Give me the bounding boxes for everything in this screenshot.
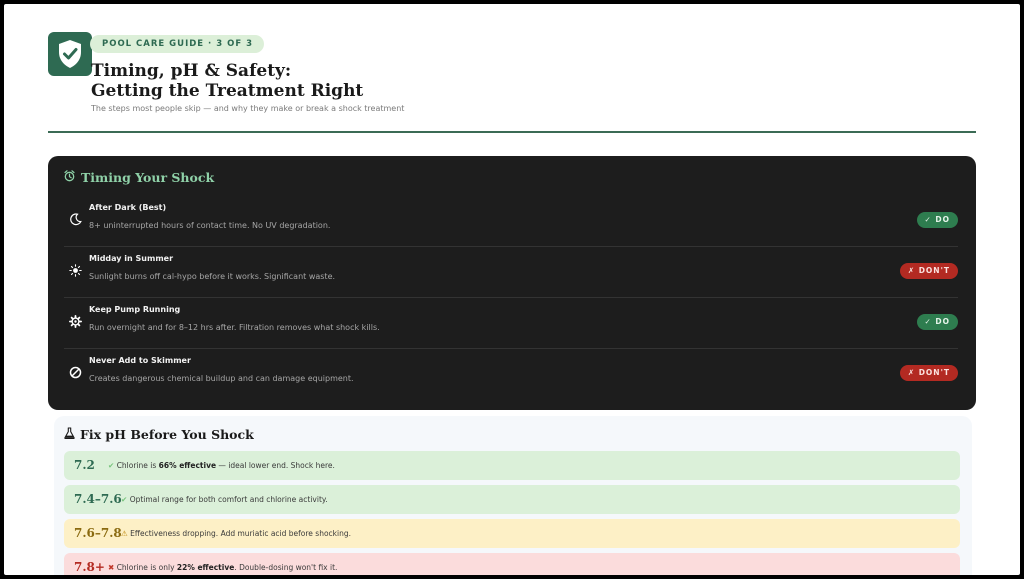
dont-pill: ✗ DON'T	[899, 365, 958, 381]
ph-note: ✔ Optimal range for both comfort and chl…	[121, 495, 328, 504]
header-divider	[48, 131, 976, 133]
row-label: Midday in Summer	[89, 254, 174, 263]
alarm-clock-icon	[64, 170, 75, 185]
moon-icon	[68, 212, 82, 226]
do-pill: ✓ DO	[916, 212, 958, 228]
row-description: Run overnight and for 8–12 hrs after. Fi…	[89, 323, 380, 332]
row-description: Creates dangerous chemical buildup and c…	[89, 374, 354, 383]
row-label: Keep Pump Running	[89, 305, 181, 314]
shield-check-icon	[48, 32, 92, 76]
timing-card: Timing Your Shock After Dark (Best) 8+ u…	[48, 156, 976, 410]
check-icon: ✔	[108, 461, 115, 470]
sun-icon	[68, 263, 82, 277]
title-line-2: Getting the Treatment Right	[91, 81, 364, 101]
ph-value: 7.4–7.6	[74, 492, 122, 506]
page-subtitle: The steps most people skip — and why the…	[91, 104, 405, 113]
timing-row-pump: Keep Pump Running Run overnight and for …	[64, 299, 958, 349]
gear-icon	[68, 314, 82, 328]
timing-heading: Timing Your Shock	[64, 170, 214, 185]
timing-row-skimmer: Never Add to Skimmer Creates dangerous c…	[64, 350, 958, 400]
guide-badge: POOL CARE GUIDE · 3 OF 3	[90, 35, 265, 53]
check-icon: ✔	[121, 495, 128, 504]
do-pill: ✓ DO	[916, 314, 958, 330]
ph-row-7-4-7-6: 7.4–7.6 ✔ Optimal range for both comfort…	[64, 485, 960, 514]
row-description: 8+ uninterrupted hours of contact time. …	[89, 221, 331, 230]
ph-note: ✔ Chlorine is 66% effective — ideal lowe…	[108, 461, 335, 470]
ph-title: Fix pH Before You Shock	[80, 427, 254, 442]
dont-pill: ✗ DON'T	[899, 263, 958, 279]
ph-heading: Fix pH Before You Shock	[64, 427, 254, 442]
cross-icon: ✖	[108, 563, 115, 572]
ph-row-7-8-plus: 7.8+ ✖ Chlorine is only 22% effective. D…	[64, 553, 960, 575]
timing-row-midday: Midday in Summer Sunlight burns off cal-…	[64, 248, 958, 298]
warning-icon: ⚠	[121, 529, 128, 538]
ph-note: ✖ Chlorine is only 22% effective. Double…	[108, 563, 338, 572]
row-label: After Dark (Best)	[89, 203, 167, 212]
page-frame: POOL CARE GUIDE · 3 OF 3 Timing, pH & Sa…	[4, 4, 1020, 575]
ph-value: 7.8+	[74, 560, 105, 574]
ph-value: 7.2	[74, 458, 95, 472]
ph-note: ⚠ Effectiveness dropping. Add muriatic a…	[121, 529, 351, 538]
ph-row-7-2: 7.2 ✔ Chlorine is 66% effective — ideal …	[64, 451, 960, 480]
ph-card: Fix pH Before You Shock 7.2 ✔ Chlorine i…	[54, 416, 972, 575]
row-description: Sunlight burns off cal-hypo before it wo…	[89, 272, 336, 281]
page-title: Timing, pH & Safety: Getting the Treatme…	[91, 61, 363, 101]
prohibited-icon	[68, 365, 82, 379]
timing-title: Timing Your Shock	[81, 170, 215, 185]
ph-row-7-6-7-8: 7.6–7.8 ⚠ Effectiveness dropping. Add mu…	[64, 519, 960, 548]
row-label: Never Add to Skimmer	[89, 356, 191, 365]
title-line-1: Timing, pH & Safety:	[91, 61, 292, 81]
ph-value: 7.6–7.8	[74, 526, 122, 540]
flask-icon	[64, 427, 75, 442]
timing-row-after-dark: After Dark (Best) 8+ uninterrupted hours…	[64, 197, 958, 247]
